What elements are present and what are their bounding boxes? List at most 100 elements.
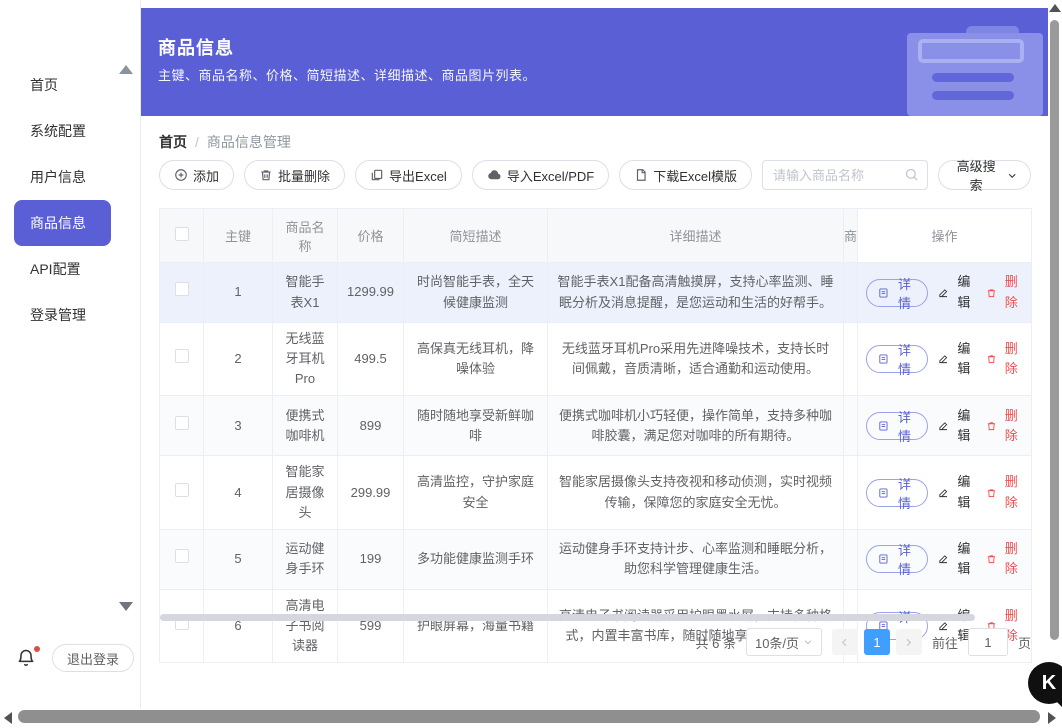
sidebar-item-user-info[interactable]: 用户信息 bbox=[0, 154, 140, 200]
edit-button[interactable]: 编辑 bbox=[938, 472, 975, 512]
cell-id: 5 bbox=[203, 528, 273, 590]
sidebar-item-label: 登录管理 bbox=[30, 307, 86, 323]
cell-price: 1299.99 bbox=[337, 262, 404, 323]
edit-icon bbox=[939, 355, 948, 364]
cell-price: 599 bbox=[337, 588, 404, 664]
sidebar-item-login-management[interactable]: 登录管理 bbox=[0, 292, 140, 338]
cell-short-desc: 多功能健康监测手环 bbox=[403, 528, 548, 590]
cell-short-desc: 高保真无线耳机，降噪体验 bbox=[403, 321, 548, 397]
sidebar-item-label: 用户信息 bbox=[30, 169, 86, 185]
row-checkbox[interactable] bbox=[174, 282, 189, 297]
cell-short-desc: 高清监控，守护家庭安全 bbox=[403, 455, 548, 530]
cell-id: 4 bbox=[203, 455, 273, 530]
plus-circle-icon bbox=[175, 169, 187, 181]
detail-label: 详情 bbox=[898, 409, 912, 444]
detail-label: 详情 bbox=[898, 543, 912, 578]
delete-button[interactable]: 删除 bbox=[986, 339, 1023, 379]
scroll-left-arrow-icon[interactable] bbox=[4, 712, 12, 724]
batch-delete-button[interactable]: 批量删除 bbox=[244, 160, 346, 190]
row-checkbox[interactable] bbox=[174, 415, 189, 430]
chat-widget-button[interactable]: K bbox=[1028, 662, 1062, 704]
row-checkbox[interactable] bbox=[174, 482, 189, 497]
detail-button[interactable]: 详情 bbox=[866, 277, 929, 311]
delete-button[interactable]: 删除 bbox=[986, 539, 1023, 579]
advanced-search-button[interactable]: 高级搜索 bbox=[937, 159, 1031, 193]
breadcrumb-separator: / bbox=[195, 134, 199, 150]
sidebar-footer: 退出登录 bbox=[0, 642, 141, 686]
detail-button[interactable]: 详情 bbox=[866, 477, 929, 511]
edit-label: 编辑 bbox=[957, 274, 971, 310]
logout-button[interactable]: 退出登录 bbox=[52, 644, 135, 672]
chevron-right-icon bbox=[907, 638, 912, 646]
page-size-select[interactable]: 10条/页 bbox=[745, 628, 822, 656]
download-template-button[interactable]: 下载Excel模版 bbox=[619, 160, 753, 190]
breadcrumb: 首页 / 商品信息管理 bbox=[159, 132, 291, 152]
page-number-button[interactable]: 1 bbox=[863, 629, 890, 655]
edit-label: 编辑 bbox=[957, 474, 971, 510]
add-button[interactable]: 添加 bbox=[159, 160, 235, 190]
horizontal-scrollbar-thumb[interactable] bbox=[18, 710, 1040, 723]
scroll-up-arrow-icon[interactable] bbox=[1049, 4, 1061, 12]
cloud-upload-icon bbox=[488, 169, 501, 179]
import-excel-button[interactable]: 导入Excel/PDF bbox=[471, 160, 610, 190]
table-horizontal-scrollbar[interactable] bbox=[160, 614, 975, 621]
edit-button[interactable]: 编辑 bbox=[938, 539, 975, 579]
export-excel-button[interactable]: 导出Excel bbox=[355, 160, 462, 190]
delete-button[interactable]: 删除 bbox=[986, 472, 1023, 512]
edit-button[interactable]: 编辑 bbox=[938, 272, 975, 312]
breadcrumb-home[interactable]: 首页 bbox=[159, 132, 187, 152]
sidebar-scroll-down-icon[interactable] bbox=[119, 602, 133, 611]
cell-detail: 运动健身手环支持计步、心率监测和睡眠分析，助您科学管理健康生活。 bbox=[547, 528, 844, 590]
detail-label: 详情 bbox=[898, 476, 912, 511]
row-checkbox[interactable] bbox=[174, 549, 189, 564]
search-icon[interactable] bbox=[904, 167, 919, 182]
detail-button[interactable]: 详情 bbox=[866, 410, 929, 444]
column-header-actions: 操作 bbox=[857, 208, 1032, 263]
horizontal-scrollbar[interactable] bbox=[0, 708, 1062, 728]
document-icon bbox=[637, 169, 646, 181]
copy-document-icon bbox=[371, 169, 383, 181]
sidebar-item-api-config[interactable]: API配置 bbox=[0, 246, 140, 292]
edit-icon bbox=[939, 422, 948, 430]
scroll-right-arrow-icon[interactable] bbox=[1048, 712, 1056, 724]
cell-detail: 便携式咖啡机小巧轻便，操作简单，支持多种咖啡胶囊，满足您对咖啡的所有期待。 bbox=[547, 395, 844, 457]
vertical-scrollbar[interactable] bbox=[1048, 0, 1062, 710]
table-row: 3 便携式咖啡机 899 随时随地享受新鲜咖啡 便携式咖啡机小巧轻便，操作简单，… bbox=[159, 395, 1032, 457]
sidebar-item-label: 商品信息 bbox=[30, 215, 86, 231]
chevron-down-icon bbox=[804, 640, 812, 645]
edit-button[interactable]: 编辑 bbox=[938, 406, 975, 446]
cell-short-desc: 随时随地享受新鲜咖啡 bbox=[403, 395, 548, 457]
notification-bell-icon[interactable] bbox=[16, 646, 40, 670]
sidebar-item-system-config[interactable]: 系统配置 bbox=[0, 108, 140, 154]
edit-button[interactable]: 编辑 bbox=[938, 339, 975, 379]
cell-short-desc: 时尚智能手表，全天候健康监测 bbox=[403, 262, 548, 323]
goto-page-input[interactable] bbox=[967, 628, 1008, 656]
cell-id: 1 bbox=[203, 262, 273, 323]
sidebar-item-home[interactable]: 首页 bbox=[0, 62, 140, 108]
row-checkbox[interactable] bbox=[174, 349, 189, 364]
chevron-down-icon bbox=[1008, 173, 1016, 178]
sidebar-item-product-info[interactable]: 商品信息 bbox=[14, 200, 111, 246]
goto-label: 前往 bbox=[931, 635, 958, 651]
select-all-checkbox[interactable] bbox=[174, 227, 189, 241]
delete-label: 删除 bbox=[1004, 474, 1018, 510]
detail-button[interactable]: 详情 bbox=[866, 343, 929, 377]
chevron-left-icon bbox=[842, 638, 847, 646]
cell-id: 3 bbox=[203, 395, 273, 457]
cell-id: 6 bbox=[203, 588, 273, 664]
breadcrumb-current: 商品信息管理 bbox=[206, 134, 291, 150]
batch-delete-label: 批量删除 bbox=[278, 168, 331, 184]
page-size-value: 10条/页 bbox=[754, 635, 800, 651]
detail-button[interactable]: 详情 bbox=[866, 543, 929, 577]
document-icon bbox=[879, 421, 888, 431]
main-content: 首页 / 商品信息管理 添加 批量删除 导出Excel 导入Excel/PDF … bbox=[141, 116, 1048, 696]
delete-button[interactable]: 删除 bbox=[986, 406, 1023, 446]
product-table: 主键 商品名称 价格 简短描述 详细描述 商 操作 1 智能手表X1 1299.… bbox=[159, 208, 1032, 664]
notification-dot bbox=[34, 646, 40, 652]
next-page-button[interactable] bbox=[895, 629, 922, 655]
delete-button[interactable]: 删除 bbox=[986, 272, 1023, 312]
cell-price: 899 bbox=[337, 395, 404, 457]
cell-name: 智能家居摄像头 bbox=[272, 455, 338, 530]
vertical-scrollbar-thumb[interactable] bbox=[1050, 20, 1059, 640]
prev-page-button[interactable] bbox=[831, 629, 858, 655]
